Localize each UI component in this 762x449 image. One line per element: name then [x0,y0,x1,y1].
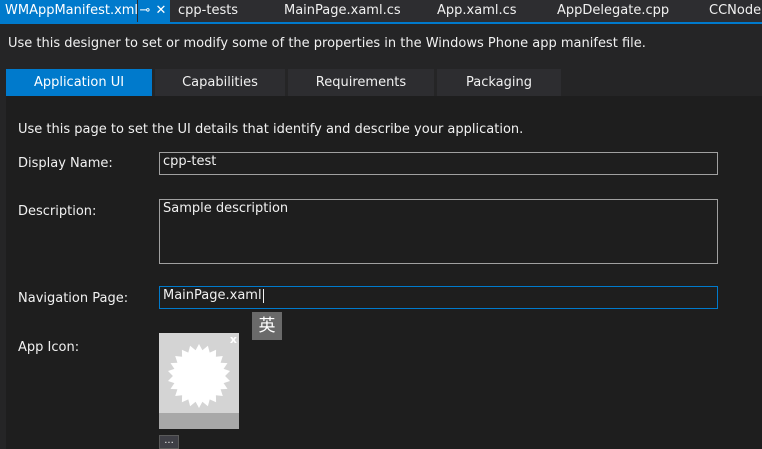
document-tab-bar: WMAppManifest.xml ⊸ ✕ cpp-tests MainPage… [0,0,762,24]
doc-tab-label: AppDelegate.cpp [557,3,670,18]
tab-application-ui[interactable]: Application UI [6,69,152,96]
doc-tab-wmappmanifest[interactable]: WMAppManifest.xml [0,0,139,22]
app-icon-label: App Icon: [18,340,80,355]
doc-tab-mainpage[interactable]: MainPage.xaml.cs [284,0,401,22]
tab-requirements[interactable]: Requirements [288,69,434,96]
doc-tab-appdelegate[interactable]: AppDelegate.cpp [557,0,669,22]
doc-tab-label: MainPage.xaml.cs [284,3,401,18]
tab-label: Packaging [466,75,532,90]
pin-icon[interactable]: ⊸ [138,0,152,22]
description-value: Sample description [163,201,289,216]
display-name-input[interactable]: cpp-test [159,152,718,175]
doc-tab-label: cpp-tests [178,3,239,18]
manifest-designer: Use this designer to set or modify some … [0,24,762,449]
tab-label: Application UI [33,75,125,90]
remove-icon-button[interactable]: x [230,333,237,346]
icon-footer-strip [159,413,239,429]
doc-tab-app-xaml[interactable]: App.xaml.cs [437,0,517,22]
close-icon[interactable]: ✕ [152,0,170,22]
navigation-page-input[interactable]: MainPage.xaml [159,286,718,309]
designer-intro-text: Use this designer to set or modify some … [8,36,646,51]
ime-mode-indicator: 英 [252,312,282,340]
doc-tab-cpp-tests[interactable]: cpp-tests [178,0,238,22]
tab-label: Capabilities [182,75,258,90]
tab-packaging[interactable]: Packaging [437,69,561,96]
display-name-value: cpp-test [163,154,217,169]
doc-tab-ccnode[interactable]: CCNode. [709,0,762,22]
text-caret [262,288,264,303]
doc-tab-label: App.xaml.cs [437,3,517,18]
navigation-page-label: Navigation Page: [18,291,129,306]
display-name-label: Display Name: [18,156,113,171]
panel-description: Use this page to set the UI details that… [18,122,524,137]
navigation-page-value: MainPage.xaml [163,288,262,303]
app-icon-preview[interactable]: x [159,333,239,429]
description-textarea[interactable]: Sample description [159,199,718,264]
browse-icon-button[interactable]: ... [159,435,179,449]
tab-label: Requirements [315,75,407,90]
doc-tab-label: WMAppManifest.xml [5,3,139,18]
description-label: Description: [18,204,97,219]
badge-icon [168,344,230,408]
doc-tab-label: CCNode. [709,3,762,18]
application-ui-panel: Use this page to set the UI details that… [6,96,762,449]
tab-capabilities[interactable]: Capabilities [155,69,285,96]
